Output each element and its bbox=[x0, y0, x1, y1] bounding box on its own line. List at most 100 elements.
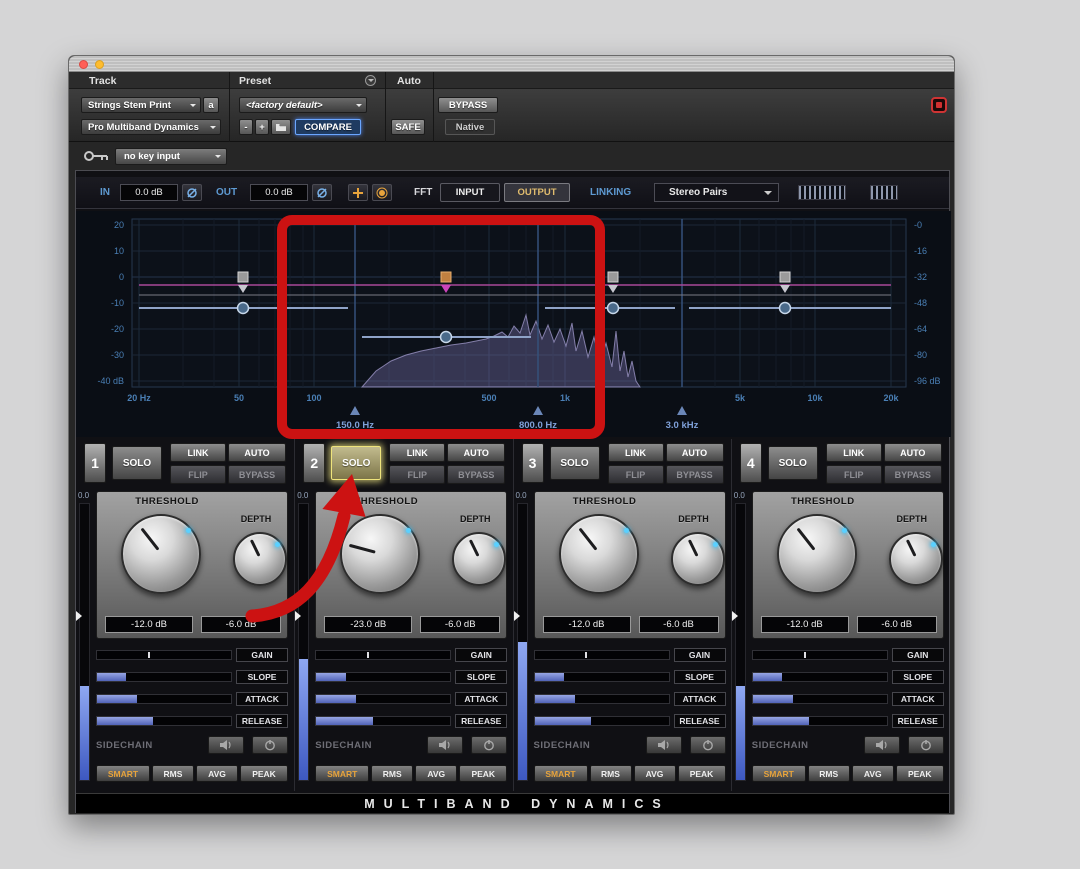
depth-readout[interactable]: -6.0 dB bbox=[857, 616, 937, 633]
threshold-arrow-handle[interactable] bbox=[76, 611, 82, 621]
band-flip-button[interactable]: FLIP bbox=[170, 465, 226, 484]
slope-slider[interactable] bbox=[534, 672, 670, 682]
depth-knob[interactable] bbox=[671, 532, 725, 586]
smart-mode-button[interactable]: SMART bbox=[315, 765, 369, 782]
band-auto-button[interactable]: AUTO bbox=[884, 443, 942, 462]
preset-selector[interactable]: <factory default> bbox=[239, 97, 367, 113]
track-letter-button[interactable]: a bbox=[203, 97, 219, 113]
minimize-window-icon[interactable] bbox=[95, 60, 104, 69]
rms-mode-button[interactable]: RMS bbox=[808, 765, 850, 782]
release-slider[interactable] bbox=[315, 716, 451, 726]
compare-button[interactable]: COMPARE bbox=[295, 119, 361, 135]
band-bypass-button[interactable]: BYPASS bbox=[884, 465, 942, 484]
threshold-arrow-handle[interactable] bbox=[295, 611, 301, 621]
node-toggle-button[interactable] bbox=[372, 184, 392, 201]
release-slider[interactable] bbox=[96, 716, 232, 726]
sidechain-listen-button[interactable] bbox=[208, 736, 244, 754]
output-gain-value[interactable]: 0.0 dB bbox=[250, 184, 308, 201]
linking-selector[interactable]: Stereo Pairs bbox=[654, 183, 779, 202]
threshold-readout[interactable]: -12.0 dB bbox=[543, 616, 631, 633]
attack-slider[interactable] bbox=[315, 694, 451, 704]
band2-threshold-node[interactable] bbox=[441, 332, 452, 343]
threshold-knob[interactable] bbox=[121, 514, 201, 594]
band-solo-button[interactable]: SOLO bbox=[550, 446, 600, 480]
depth-knob[interactable] bbox=[233, 532, 287, 586]
band-bypass-button[interactable]: BYPASS bbox=[228, 465, 286, 484]
bypass-button[interactable]: BYPASS bbox=[438, 97, 498, 113]
band-flip-button[interactable]: FLIP bbox=[826, 465, 882, 484]
depth-knob[interactable] bbox=[452, 532, 506, 586]
gain-slider[interactable] bbox=[534, 650, 670, 660]
band-link-button[interactable]: LINK bbox=[826, 443, 882, 462]
sidechain-power-button[interactable] bbox=[252, 736, 288, 754]
depth-readout[interactable]: -6.0 dB bbox=[201, 616, 281, 633]
avg-mode-button[interactable]: AVG bbox=[196, 765, 238, 782]
input-phase-button[interactable] bbox=[182, 184, 202, 201]
librarian-menu-button[interactable] bbox=[271, 119, 291, 135]
sidechain-listen-button[interactable] bbox=[864, 736, 900, 754]
plugin-selector[interactable]: Pro Multiband Dynamics bbox=[81, 119, 221, 135]
slope-slider[interactable] bbox=[752, 672, 888, 682]
previous-preset-button[interactable]: - bbox=[239, 119, 253, 135]
band3-threshold-node[interactable] bbox=[608, 303, 619, 314]
depth-readout[interactable]: -6.0 dB bbox=[639, 616, 719, 633]
band1-threshold-node[interactable] bbox=[238, 303, 249, 314]
release-slider[interactable] bbox=[534, 716, 670, 726]
window-titlebar[interactable] bbox=[69, 56, 954, 72]
preset-librarian-icon[interactable] bbox=[365, 75, 376, 86]
band-flip-button[interactable]: FLIP bbox=[608, 465, 664, 484]
threshold-readout[interactable]: -23.0 dB bbox=[324, 616, 412, 633]
gain-slider[interactable] bbox=[96, 650, 232, 660]
sidechain-power-button[interactable] bbox=[690, 736, 726, 754]
threshold-knob[interactable] bbox=[777, 514, 857, 594]
band3-gain-handle[interactable] bbox=[608, 272, 618, 282]
peak-mode-button[interactable]: PEAK bbox=[240, 765, 288, 782]
attack-slider[interactable] bbox=[534, 694, 670, 704]
band-solo-button[interactable]: SOLO bbox=[768, 446, 818, 480]
sidechain-listen-button[interactable] bbox=[427, 736, 463, 754]
avg-mode-button[interactable]: AVG bbox=[852, 765, 894, 782]
band-auto-button[interactable]: AUTO bbox=[666, 443, 724, 462]
band-bypass-button[interactable]: BYPASS bbox=[447, 465, 505, 484]
threshold-arrow-handle[interactable] bbox=[732, 611, 738, 621]
release-slider[interactable] bbox=[752, 716, 888, 726]
output-phase-button[interactable] bbox=[312, 184, 332, 201]
threshold-knob[interactable] bbox=[559, 514, 639, 594]
fft-input-button[interactable]: INPUT bbox=[440, 183, 500, 202]
smart-mode-button[interactable]: SMART bbox=[96, 765, 150, 782]
attack-slider[interactable] bbox=[96, 694, 232, 704]
avg-mode-button[interactable]: AVG bbox=[415, 765, 457, 782]
band-link-button[interactable]: LINK bbox=[170, 443, 226, 462]
close-window-icon[interactable] bbox=[79, 60, 88, 69]
band-auto-button[interactable]: AUTO bbox=[228, 443, 286, 462]
smart-mode-button[interactable]: SMART bbox=[534, 765, 588, 782]
rms-mode-button[interactable]: RMS bbox=[590, 765, 632, 782]
fft-output-button[interactable]: OUTPUT bbox=[504, 183, 570, 202]
key-input-selector[interactable]: no key input bbox=[115, 148, 227, 165]
crosshair-toggle-button[interactable] bbox=[348, 184, 368, 201]
gain-slider[interactable] bbox=[752, 650, 888, 660]
depth-readout[interactable]: -6.0 dB bbox=[420, 616, 500, 633]
rms-mode-button[interactable]: RMS bbox=[371, 765, 413, 782]
band4-gain-handle[interactable] bbox=[780, 272, 790, 282]
attack-slider[interactable] bbox=[752, 694, 888, 704]
band-auto-button[interactable]: AUTO bbox=[447, 443, 505, 462]
band2-gain-handle[interactable] bbox=[441, 272, 451, 282]
slope-slider[interactable] bbox=[96, 672, 232, 682]
track-selector[interactable]: Strings Stem Print bbox=[81, 97, 201, 113]
input-gain-value[interactable]: 0.0 dB bbox=[120, 184, 178, 201]
slope-slider[interactable] bbox=[315, 672, 451, 682]
band-link-button[interactable]: LINK bbox=[389, 443, 445, 462]
band-flip-button[interactable]: FLIP bbox=[389, 465, 445, 484]
sidechain-listen-button[interactable] bbox=[646, 736, 682, 754]
band-solo-button[interactable]: SOLO bbox=[112, 446, 162, 480]
frequency-graph[interactable]: 20 10 0 -10 -20 -30 -40 dB -0 -16 -32 -4… bbox=[76, 211, 951, 437]
peak-mode-button[interactable]: PEAK bbox=[678, 765, 726, 782]
avg-mode-button[interactable]: AVG bbox=[634, 765, 676, 782]
target-button[interactable] bbox=[931, 97, 947, 113]
band4-threshold-node[interactable] bbox=[780, 303, 791, 314]
band-link-button[interactable]: LINK bbox=[608, 443, 664, 462]
depth-knob[interactable] bbox=[889, 532, 943, 586]
smart-mode-button[interactable]: SMART bbox=[752, 765, 806, 782]
band-solo-button[interactable]: SOLO bbox=[331, 446, 381, 480]
